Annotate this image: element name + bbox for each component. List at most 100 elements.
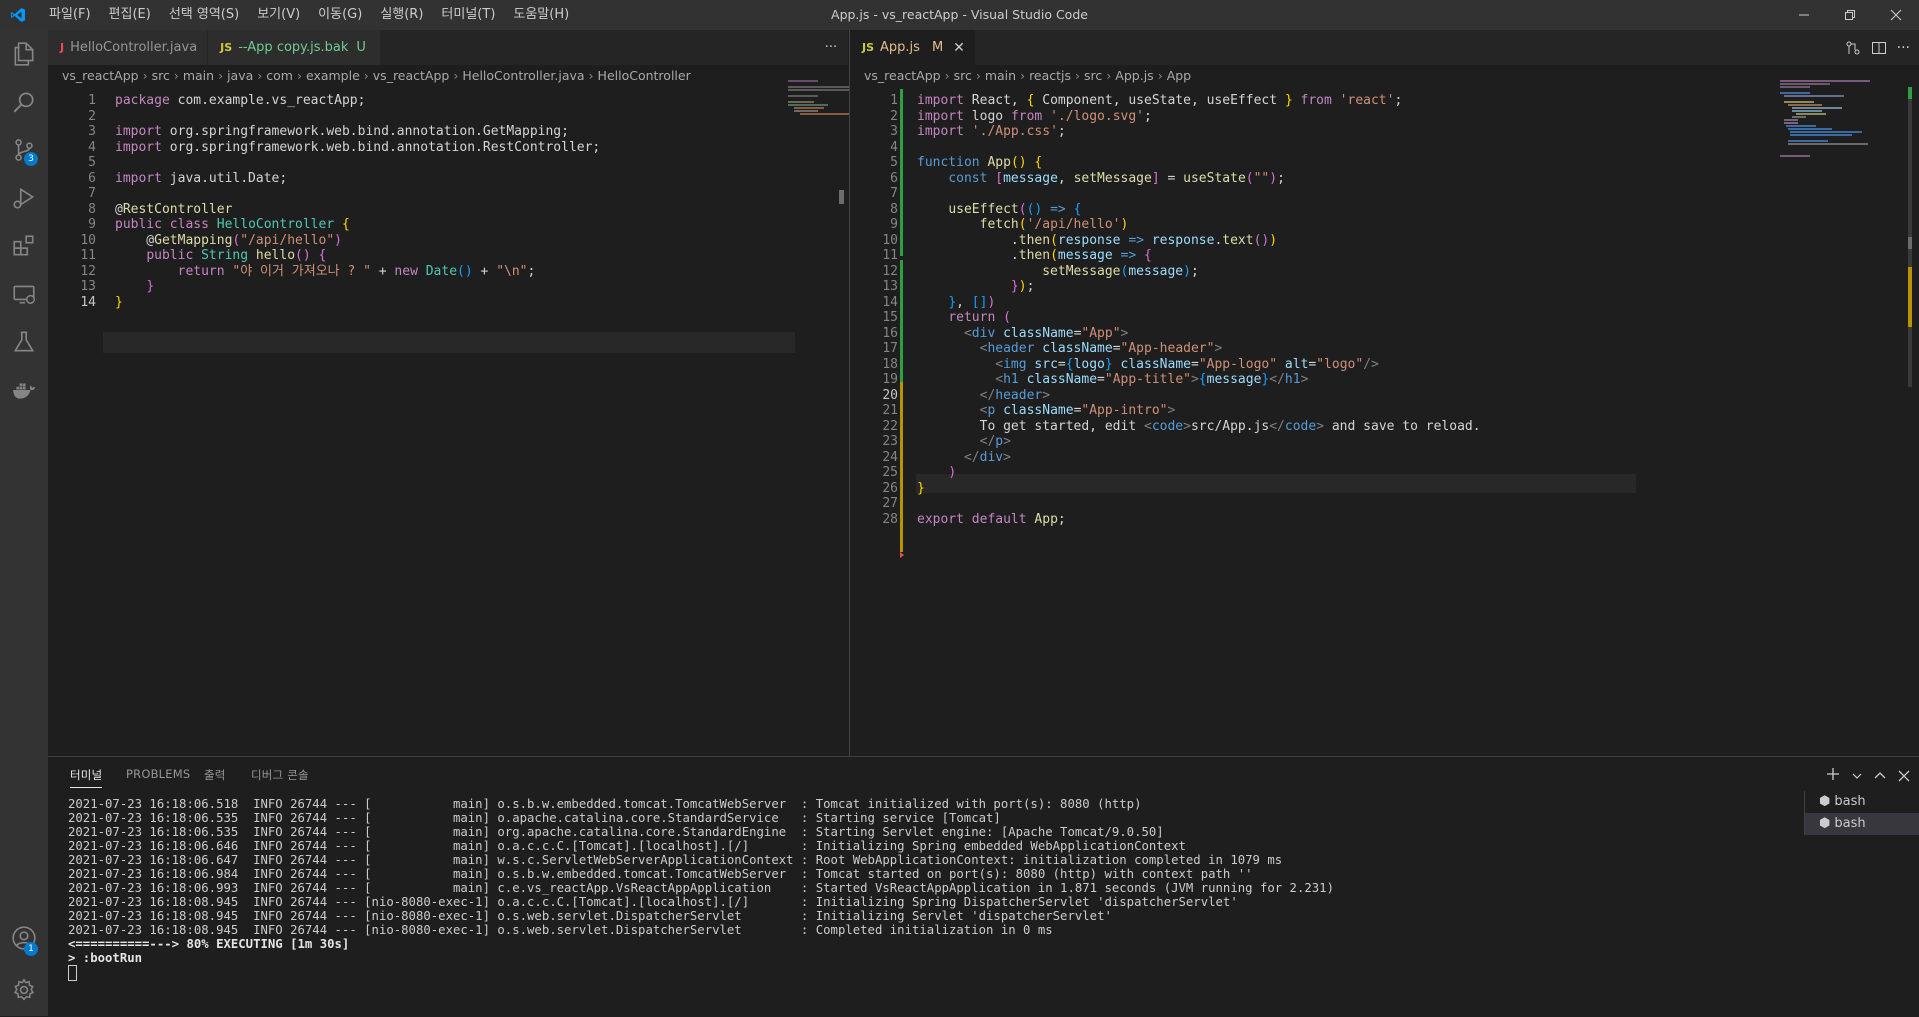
breadcrumb-item[interactable]: com	[266, 68, 293, 83]
code-token: ()	[1026, 201, 1043, 217]
code-token: }	[146, 279, 155, 294]
code-line: 19 <h1 className="App-title">{message}</…	[850, 372, 1919, 388]
minimize-button[interactable]	[1781, 0, 1827, 30]
breadcrumb-item[interactable]: App.js	[1115, 68, 1153, 83]
close-window-button[interactable]	[1873, 0, 1919, 30]
code-token: {	[1065, 356, 1074, 372]
code-token: []	[971, 294, 988, 310]
accounts-button[interactable]: 1	[0, 914, 48, 962]
tab-terminal[interactable]: 터미널	[70, 767, 103, 788]
code-token: org.springframework.web.bind.annotation.…	[161, 124, 569, 139]
code-token: >	[1300, 372, 1309, 387]
remote-explorer-button[interactable]	[0, 270, 48, 318]
line-number: 15	[882, 310, 898, 325]
tab-hello-controller[interactable]: J HelloController.java	[48, 30, 209, 65]
code-line: 14 }, [])	[850, 295, 1919, 311]
files-icon	[14, 42, 34, 66]
terminal-cursor-line[interactable]	[68, 965, 1334, 981]
breadcrumb-item[interactable]: src	[1084, 68, 1102, 83]
terminal-output[interactable]: 2021-07-23 16:18:06.518 INFO 26744 --- […	[68, 797, 1334, 981]
code-token: import	[917, 108, 964, 124]
tab-problems[interactable]: PROBLEMS	[126, 767, 190, 781]
code-area[interactable]: 1 import React, { Component, useState, us…	[850, 87, 1919, 756]
breadcrumb-item[interactable]: App	[1167, 68, 1191, 83]
explorer-button[interactable]	[0, 30, 48, 78]
breadcrumb-item[interactable]: main	[985, 68, 1016, 83]
breadcrumb-item[interactable]: HelloController.java	[462, 68, 584, 83]
breadcrumb-separator: ›	[1157, 68, 1163, 83]
code-token: from	[1010, 108, 1043, 124]
tab-app-copy-bak[interactable]: JS --App copy.js.bak U	[208, 30, 381, 65]
tab-app-js[interactable]: JS App.js M ✕	[850, 30, 976, 65]
code-token: )	[948, 465, 957, 480]
line-number: 26	[882, 480, 898, 496]
line-number: 5	[890, 155, 898, 170]
breadcrumb-item[interactable]: main	[183, 68, 214, 83]
breadcrumb-item[interactable]: vs_reactApp	[373, 68, 450, 83]
breadcrumb-item[interactable]: src	[152, 68, 170, 83]
breadcrumb-item[interactable]: src	[954, 68, 972, 83]
new-terminal-button[interactable]	[1826, 765, 1840, 786]
search-button[interactable]	[0, 78, 48, 126]
modified-lines-marker	[900, 382, 903, 552]
code-token: const	[948, 170, 988, 186]
breadcrumb-item[interactable]: java	[227, 68, 253, 83]
chevron-down-icon[interactable]	[1852, 771, 1862, 781]
code-area[interactable]: 1 package com.example.vs_reactApp; 2 3 impor…	[48, 87, 848, 756]
code-token: logo	[1073, 356, 1105, 372]
more-actions-button[interactable]: ···	[814, 30, 848, 65]
code-token: new	[394, 263, 418, 279]
more-actions-button[interactable]: ···	[1897, 40, 1910, 56]
close-panel-icon[interactable]	[1898, 770, 1910, 782]
testing-button[interactable]	[0, 318, 48, 366]
breadcrumb-separator: ›	[173, 68, 179, 83]
open-changes-icon[interactable]	[1845, 40, 1861, 56]
code-token: com.example.vs_reactApp;	[169, 93, 366, 108]
code-token: import	[917, 124, 964, 139]
code-token: default	[971, 511, 1027, 527]
minimap[interactable]	[1780, 80, 1910, 160]
scrollbar-thumb[interactable]	[839, 190, 844, 204]
manage-button[interactable]	[0, 966, 48, 1014]
run-debug-icon	[13, 187, 35, 209]
code-token: className	[1003, 325, 1074, 341]
tab-debug-console[interactable]: 디버그 콘솔	[251, 767, 309, 783]
line-number: 27	[882, 496, 898, 511]
code-token: <	[1143, 418, 1152, 434]
breadcrumb-item[interactable]: vs_reactApp	[864, 68, 941, 83]
breadcrumb-item[interactable]: reactjs	[1029, 68, 1071, 83]
run-debug-button[interactable]	[0, 174, 48, 222]
line-number: 12	[80, 263, 96, 279]
code-token: useEffect	[948, 201, 1019, 217]
extensions-button[interactable]	[0, 222, 48, 270]
code-token: ()	[457, 263, 473, 279]
restore-button[interactable]	[1827, 0, 1873, 30]
breadcrumb-item[interactable]: HelloController	[598, 68, 691, 83]
line-number: 11	[882, 248, 898, 263]
code-token: response	[1057, 232, 1121, 248]
breadcrumb-item[interactable]: example	[306, 68, 360, 83]
code-token: message	[1003, 170, 1058, 186]
terminal-line: 2021-07-23 16:18:06.646 INFO 26744 --- […	[68, 839, 1186, 853]
terminal-session[interactable]: ⬢ bash	[1805, 791, 1919, 813]
maximize-panel-icon[interactable]	[1874, 770, 1886, 782]
close-icon[interactable]: ✕	[953, 40, 965, 56]
tab-output[interactable]: 출력	[204, 767, 226, 783]
line-number: 10	[882, 232, 898, 248]
code-token: >	[1316, 418, 1325, 434]
breadcrumb: vs_reactApp › src › main › reactjs › src › App.js ›…	[850, 65, 1191, 87]
modified-badge: M	[931, 40, 944, 55]
code-token: ;	[1190, 263, 1199, 279]
breadcrumb-item[interactable]: vs_reactApp	[62, 68, 139, 83]
code-token: ,	[1057, 170, 1074, 186]
code-token: )	[1183, 263, 1191, 279]
docker-button[interactable]	[0, 366, 48, 414]
terminal-session[interactable]: ⬢ bash	[1805, 813, 1919, 835]
split-editor-icon[interactable]	[1871, 40, 1887, 56]
code-token: ;	[1394, 93, 1403, 108]
source-control-button[interactable]: 3	[0, 126, 48, 174]
